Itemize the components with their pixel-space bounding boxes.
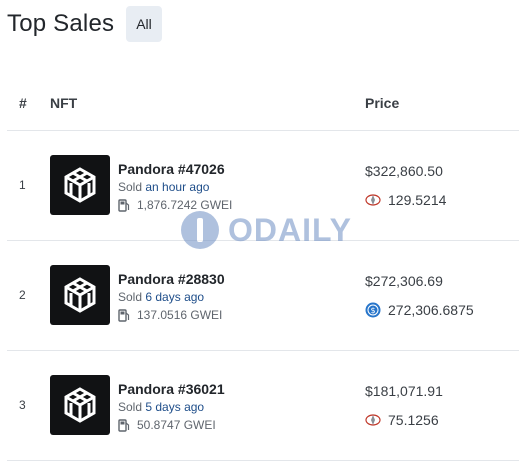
rank-number: 1 — [19, 178, 26, 192]
filter-all-button[interactable]: All — [126, 6, 162, 42]
usd-price: $322,860.50 — [365, 163, 443, 179]
page-title: Top Sales — [7, 10, 115, 37]
odaily-logo-icon — [181, 211, 219, 249]
gas-value: 137.0516 GWEI — [137, 308, 223, 322]
sold-time-link[interactable]: an hour ago — [145, 180, 209, 194]
gas-pump-icon — [118, 308, 130, 322]
sold-label: Sold — [118, 180, 143, 194]
gas-pump-icon — [118, 198, 130, 212]
nft-thumbnail[interactable] — [50, 265, 110, 325]
token-amount: 129.5214 — [388, 192, 447, 208]
usd-price: $181,071.91 — [365, 383, 443, 399]
sold-info: Sold 6 days ago — [118, 290, 204, 304]
token-price: $ 272,306.6875 — [365, 302, 474, 318]
rank-number: 2 — [19, 288, 26, 302]
column-header-price: Price — [365, 95, 400, 111]
column-header-rank: # — [19, 95, 27, 111]
token-amount: 75.1256 — [388, 412, 439, 428]
token-price: 129.5214 — [365, 192, 446, 208]
page-header: Top Sales All — [7, 6, 162, 42]
pandora-logo-icon — [64, 387, 96, 423]
nft-name-link[interactable]: Pandora #36021 — [118, 381, 225, 397]
eth-icon — [365, 414, 381, 426]
eth-icon — [365, 194, 381, 206]
table-row[interactable]: 3 Pandora #36021 Sold 5 days ago 50.8747… — [0, 351, 519, 461]
nft-thumbnail[interactable] — [50, 375, 110, 435]
sold-time-link[interactable]: 6 days ago — [145, 290, 204, 304]
svg-text:$: $ — [370, 306, 375, 315]
nft-thumbnail[interactable] — [50, 155, 110, 215]
gas-info: 137.0516 GWEI — [118, 308, 222, 322]
sold-info: Sold an hour ago — [118, 180, 209, 194]
sold-info: Sold 5 days ago — [118, 400, 204, 414]
watermark-text: ODAILY — [228, 211, 352, 248]
rank-number: 3 — [19, 398, 26, 412]
pandora-logo-icon — [64, 277, 96, 313]
gas-info: 50.8747 GWEI — [118, 418, 216, 432]
sold-label: Sold — [118, 290, 143, 304]
gas-value: 50.8747 GWEI — [137, 418, 216, 432]
divider — [7, 460, 519, 461]
usd-price: $272,306.69 — [365, 273, 443, 289]
column-header-nft: NFT — [50, 95, 78, 111]
sold-label: Sold — [118, 400, 143, 414]
gas-pump-icon — [118, 418, 130, 432]
nft-name-link[interactable]: Pandora #47026 — [118, 161, 225, 177]
table-row[interactable]: 2 Pandora #28830 Sold 6 days ago 137.051… — [0, 241, 519, 351]
usdc-icon: $ — [365, 302, 381, 318]
token-price: 75.1256 — [365, 412, 439, 428]
nft-name-link[interactable]: Pandora #28830 — [118, 271, 225, 287]
watermark: ODAILY — [180, 210, 352, 250]
pandora-logo-icon — [64, 167, 96, 203]
sold-time-link[interactable]: 5 days ago — [145, 400, 204, 414]
token-amount: 272,306.6875 — [388, 302, 474, 318]
